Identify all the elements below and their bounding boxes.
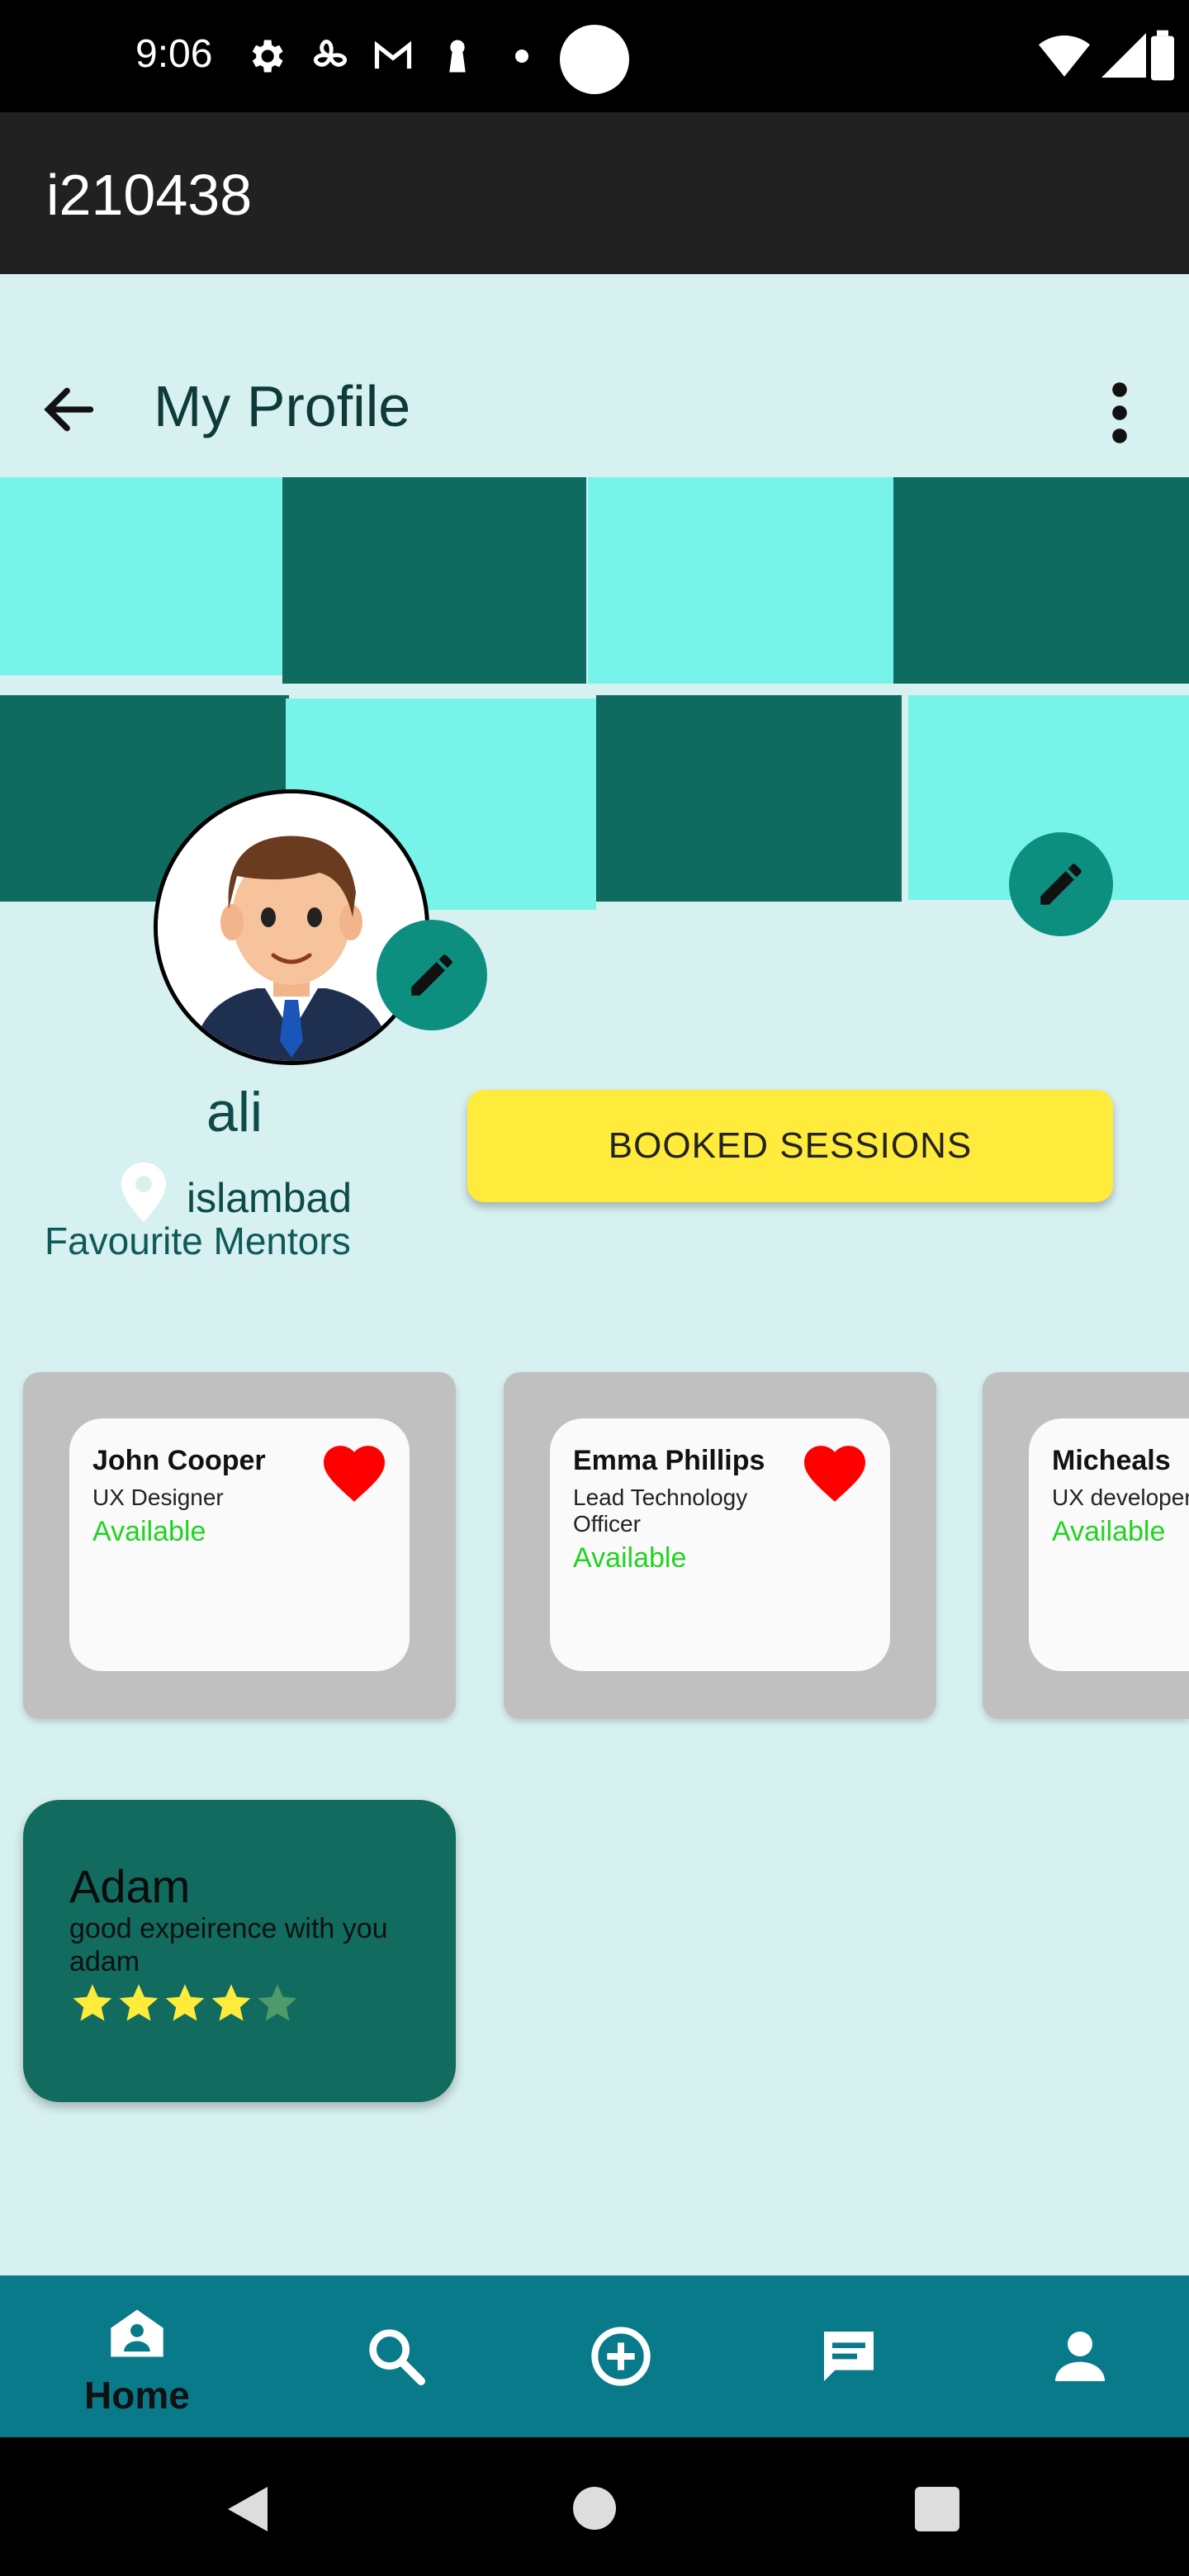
- review-name: Adam: [69, 1860, 191, 1912]
- star-filled-icon: [73, 1984, 112, 2021]
- camera-cutout: [560, 25, 629, 94]
- star-filled-icon: [119, 1984, 159, 2021]
- mentor-name: Micheals: [1052, 1445, 1171, 1476]
- mentor-role: UX Designer: [92, 1485, 224, 1510]
- keyhole-icon: [449, 40, 466, 73]
- review-text: good expeirence with you adam: [69, 1913, 388, 1977]
- heart-icon[interactable]: [804, 1445, 865, 1503]
- person-icon: [1055, 2332, 1105, 2381]
- favourite-mentors-heading: Favourite Mentors: [45, 1219, 351, 1262]
- mentor-card-body: Micheals UX developer Available: [1029, 1418, 1189, 1671]
- mentor-status: Available: [573, 1542, 687, 1574]
- back-triangle-icon[interactable]: [223, 2484, 272, 2535]
- booked-sessions-button[interactable]: BOOKED SESSIONS: [467, 1090, 1113, 1202]
- star-filled-icon: [165, 1984, 205, 2021]
- bottom-nav: Home: [0, 2275, 1189, 2437]
- edit-avatar-button[interactable]: [377, 920, 487, 1030]
- settings-icon: [252, 40, 283, 73]
- nav-profile[interactable]: [1040, 2275, 1139, 2437]
- page-title: My Profile: [154, 374, 411, 438]
- arrow-back-icon[interactable]: [41, 381, 97, 438]
- avatar-illustration: [158, 793, 425, 1061]
- mentor-name: John Cooper: [92, 1445, 266, 1476]
- fan-icon: [314, 40, 347, 67]
- pencil-icon: [1040, 864, 1082, 905]
- mentor-card-body: Emma Phillips Lead Technology Officer Av…: [550, 1418, 890, 1671]
- location-pin-icon: [121, 1163, 166, 1222]
- add-circle-icon: [591, 2327, 651, 2386]
- battery-icon: [1151, 30, 1174, 81]
- signal-icon: [1101, 33, 1146, 78]
- avatar: [154, 789, 429, 1065]
- nav-home-label: Home: [84, 2374, 190, 2417]
- profile-name: ali: [206, 1081, 263, 1144]
- home-circle-icon[interactable]: [573, 2487, 616, 2530]
- heart-icon[interactable]: [324, 1445, 385, 1503]
- profile-location: islambad: [187, 1175, 353, 1221]
- nav-chat[interactable]: [809, 2275, 908, 2437]
- star-filled-icon: [211, 1984, 251, 2021]
- mentor-status: Available: [92, 1516, 206, 1547]
- mentor-name: Emma Phillips: [573, 1445, 765, 1476]
- status-bar: 9:06: [0, 0, 1189, 112]
- nav-add[interactable]: [578, 2275, 677, 2437]
- more-vert-icon[interactable]: [1103, 380, 1136, 446]
- mentor-card[interactable]: Micheals UX developer Available: [983, 1372, 1189, 1719]
- status-time: 9:06: [135, 32, 213, 76]
- pencil-icon: [411, 954, 452, 996]
- mentor-card[interactable]: Emma Phillips Lead Technology Officer Av…: [504, 1372, 936, 1719]
- search-icon: [369, 2329, 425, 2385]
- wifi-icon: [1039, 36, 1090, 77]
- app-title: i210438: [46, 163, 253, 227]
- mentor-card[interactable]: John Cooper UX Designer Available: [23, 1372, 456, 1719]
- star-empty-icon: [258, 1984, 297, 2021]
- nav-search[interactable]: [347, 2275, 446, 2437]
- chat-icon: [824, 2332, 874, 2381]
- recents-square-icon[interactable]: [915, 2487, 959, 2531]
- nav-home[interactable]: Home: [50, 2275, 231, 2437]
- cover-block: [0, 477, 289, 675]
- edit-cover-button[interactable]: [1009, 832, 1113, 936]
- mentor-role: Lead Technology Officer: [573, 1485, 748, 1537]
- cover-block: [596, 695, 902, 902]
- mentor-status: Available: [1052, 1516, 1166, 1547]
- system-nav-bar: [0, 2437, 1189, 2576]
- gmail-icon: [374, 40, 412, 69]
- home-icon: [111, 2309, 163, 2357]
- mentor-role: UX developer: [1052, 1485, 1189, 1510]
- notification-dot: [515, 50, 528, 63]
- cover-block: [588, 477, 893, 684]
- cover-block: [893, 477, 1189, 684]
- cover-block: [282, 477, 586, 684]
- review-card: Adam good expeirence with you adam: [23, 1800, 456, 2102]
- mentor-card-body: John Cooper UX Designer Available: [69, 1418, 410, 1671]
